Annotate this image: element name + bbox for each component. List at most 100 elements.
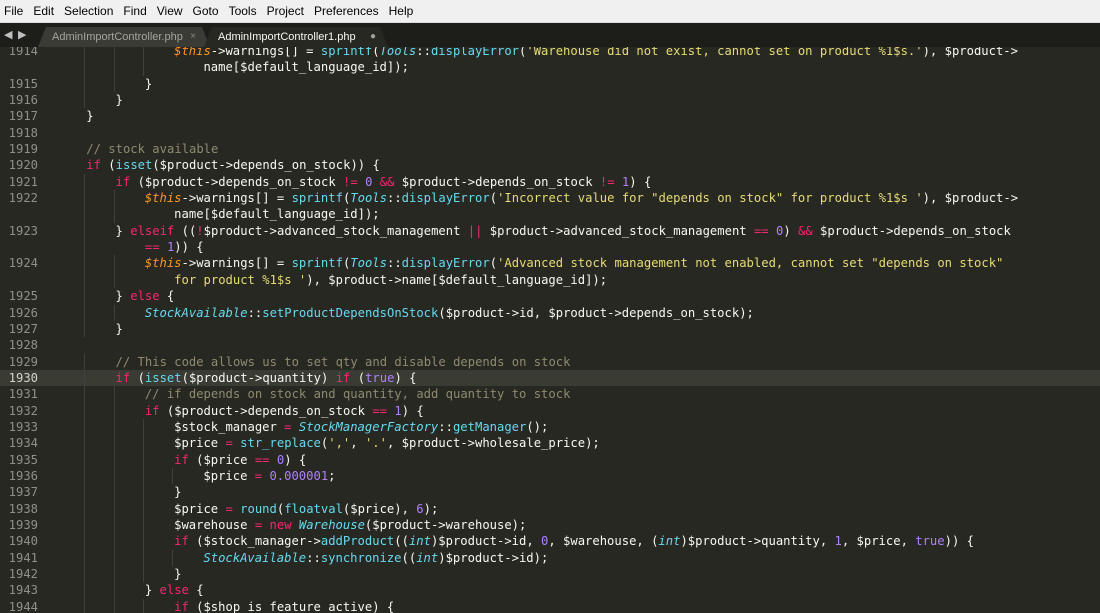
menu-file[interactable]: File — [0, 0, 29, 22]
tab-admin-import-controller[interactable]: AdminImportController.php × — [38, 27, 210, 47]
code-line[interactable]: 1915} — [0, 75, 1100, 93]
code-line[interactable]: for product %1$s '), $product->name[$def… — [0, 271, 1100, 289]
code-token: displayError — [401, 256, 490, 271]
code-line[interactable]: 1932 if ($product->depends_on_stock == 1)… — [0, 402, 1100, 419]
code-line[interactable]: 1937} — [0, 484, 1100, 501]
code-token: getManager — [452, 419, 527, 434]
code-token: 0.000001 — [269, 468, 329, 483]
code-line[interactable]: 1916} — [0, 92, 1100, 109]
code-token: ($product->depends_on_stock — [159, 403, 373, 418]
menu-edit[interactable]: Edit — [29, 0, 60, 22]
code-line[interactable]: 1926 StockAvailable::setProductDependsOnS… — [0, 304, 1100, 321]
code-token: != — [343, 174, 358, 189]
code-token: ($product->warehouse); — [364, 517, 527, 532]
line-number: 1924 — [8, 256, 38, 271]
code-line[interactable]: 1917} — [0, 108, 1100, 124]
code-token: } — [115, 223, 131, 238]
code-line[interactable]: 1930 if (isset($product->quantity) if (tr… — [0, 369, 1100, 387]
code-line[interactable]: 1940 if ($stock_manager->addProduct((int)… — [0, 533, 1100, 550]
indent-guide — [84, 435, 86, 452]
code-token: // if depends on stock and quantity, add… — [144, 387, 571, 402]
tab-nav-arrows-icon[interactable]: ◀ ▶ — [4, 28, 27, 41]
code-editor[interactable]: 1914 $this->warnings[] = sprintf(Tools::d… — [0, 47, 1100, 613]
code-token: 1 — [834, 534, 842, 549]
code-token: , $product->wholesale_price); — [386, 436, 600, 451]
code-line[interactable]: 1939 $warehouse = new Warehouse($product-… — [0, 516, 1100, 534]
unsaved-dot-icon[interactable]: ● — [370, 27, 376, 47]
code-line[interactable]: 1928 — [0, 337, 1100, 353]
line-number: 1923 — [8, 223, 38, 238]
indent-guide — [113, 566, 115, 583]
code-line[interactable]: == 1)) { — [0, 239, 1100, 256]
menu-tools[interactable]: Tools — [225, 0, 263, 22]
code-line[interactable]: 1942} — [0, 566, 1100, 583]
code-token: = — [254, 468, 263, 483]
code-line[interactable]: 1921 if ($product->depends_on_stock != 0 … — [0, 173, 1100, 191]
code-line[interactable]: 1943} else { — [0, 582, 1100, 599]
code-line[interactable]: 1929 // This code allows us to set qty an… — [0, 353, 1100, 370]
code-token: if — [115, 370, 131, 385]
code-token: if — [335, 370, 351, 385]
indent-guide — [113, 533, 115, 550]
code-line[interactable]: 1936 $price = 0.000001; — [0, 467, 1100, 485]
line-number: 1931 — [8, 387, 38, 402]
code-line[interactable]: 1935 if ($price == 0) { — [0, 451, 1100, 468]
code-line[interactable]: 1933 $stock_manager = StockManagerFactory… — [0, 418, 1100, 436]
code-text: $this->warnings[] = sprintf(Tools::displ… — [174, 47, 1018, 59]
line-number: 1915 — [8, 76, 38, 91]
code-token: 'Advanced stock management not enabled, … — [497, 256, 1004, 271]
code-line[interactable]: 1938 $price = round(floatval($price), 6); — [0, 500, 1100, 517]
line-number: 1939 — [8, 517, 38, 532]
line-number: 1927 — [8, 321, 38, 336]
code-text: // if depends on stock and quantity, add… — [145, 386, 571, 402]
menu-goto[interactable]: Goto — [189, 0, 225, 22]
indent-guide — [142, 566, 144, 583]
code-line[interactable]: 1925} else { — [0, 288, 1100, 305]
close-icon[interactable]: × — [190, 27, 196, 47]
code-line[interactable]: 1931 // if depends on stock and quantity,… — [0, 386, 1100, 403]
code-line[interactable]: name[$default_language_id]); — [0, 59, 1100, 76]
code-token: } — [86, 109, 94, 124]
tab-admin-import-controller1[interactable]: AdminImportController1.php ● — [204, 27, 388, 47]
menu-project[interactable]: Project — [263, 0, 310, 22]
code-token: 6 — [416, 501, 424, 516]
code-token: true — [365, 370, 395, 385]
code-line[interactable]: 1941 StockAvailable::synchronize((int)$pr… — [0, 549, 1100, 566]
code-token: $this — [144, 191, 182, 206]
code-text: if ($product->depends_on_stock == 1) { — [145, 403, 424, 419]
code-line[interactable]: name[$default_language_id]); — [0, 206, 1100, 223]
code-line[interactable]: 1922 $this->warnings[] = sprintf (Tools::d… — [0, 190, 1100, 207]
indent-guide — [84, 451, 86, 468]
code-token: ->warnings[] = — [210, 47, 321, 58]
code-token: isset — [115, 158, 153, 173]
code-line[interactable]: 1944 if ($shop_is_feature_active) { — [0, 598, 1100, 613]
code-token: :: — [438, 419, 453, 434]
menu-view[interactable]: View — [153, 0, 189, 22]
menu-find[interactable]: Find — [119, 0, 152, 22]
indent-guide — [84, 598, 86, 613]
code-token: } — [115, 321, 123, 336]
code-line[interactable]: 1924 $this->warnings[] = sprintf (Tools::d… — [0, 255, 1100, 272]
indent-guide — [84, 369, 86, 387]
code-line[interactable]: 1918 — [0, 125, 1100, 141]
code-text: $price = str_replace(',', '.', $product-… — [174, 435, 600, 451]
code-line[interactable]: 1919 // stock available — [0, 141, 1100, 157]
menu-help[interactable]: Help — [385, 0, 420, 22]
indent-guide — [84, 190, 86, 207]
code-text: $this->warnings[] = sprintf(Tools::displ… — [145, 190, 1018, 206]
code-line[interactable]: 1923} elseif ((!$product->advanced_stock… — [0, 222, 1100, 240]
code-token: ->warnings[] = — [181, 256, 292, 271]
indent-guide — [113, 75, 115, 93]
code-line[interactable]: 1914 $this->warnings[] = sprintf(Tools::d… — [0, 47, 1100, 60]
code-token: sprintf — [291, 191, 343, 206]
code-token: ($product->quantity) — [181, 370, 336, 385]
menu-preferences[interactable]: Preferences — [310, 0, 385, 22]
menu-selection[interactable]: Selection — [60, 0, 119, 22]
code-token: :: — [416, 47, 431, 58]
code-line[interactable]: 1920 if (isset($product->depends_on_stock… — [0, 157, 1100, 173]
code-token: , — [350, 436, 365, 451]
code-text: // stock available — [86, 141, 218, 157]
code-line[interactable]: 1927} — [0, 320, 1100, 338]
code-line[interactable]: 1934 $price = str_replace(',', '.', $prod… — [0, 435, 1100, 452]
